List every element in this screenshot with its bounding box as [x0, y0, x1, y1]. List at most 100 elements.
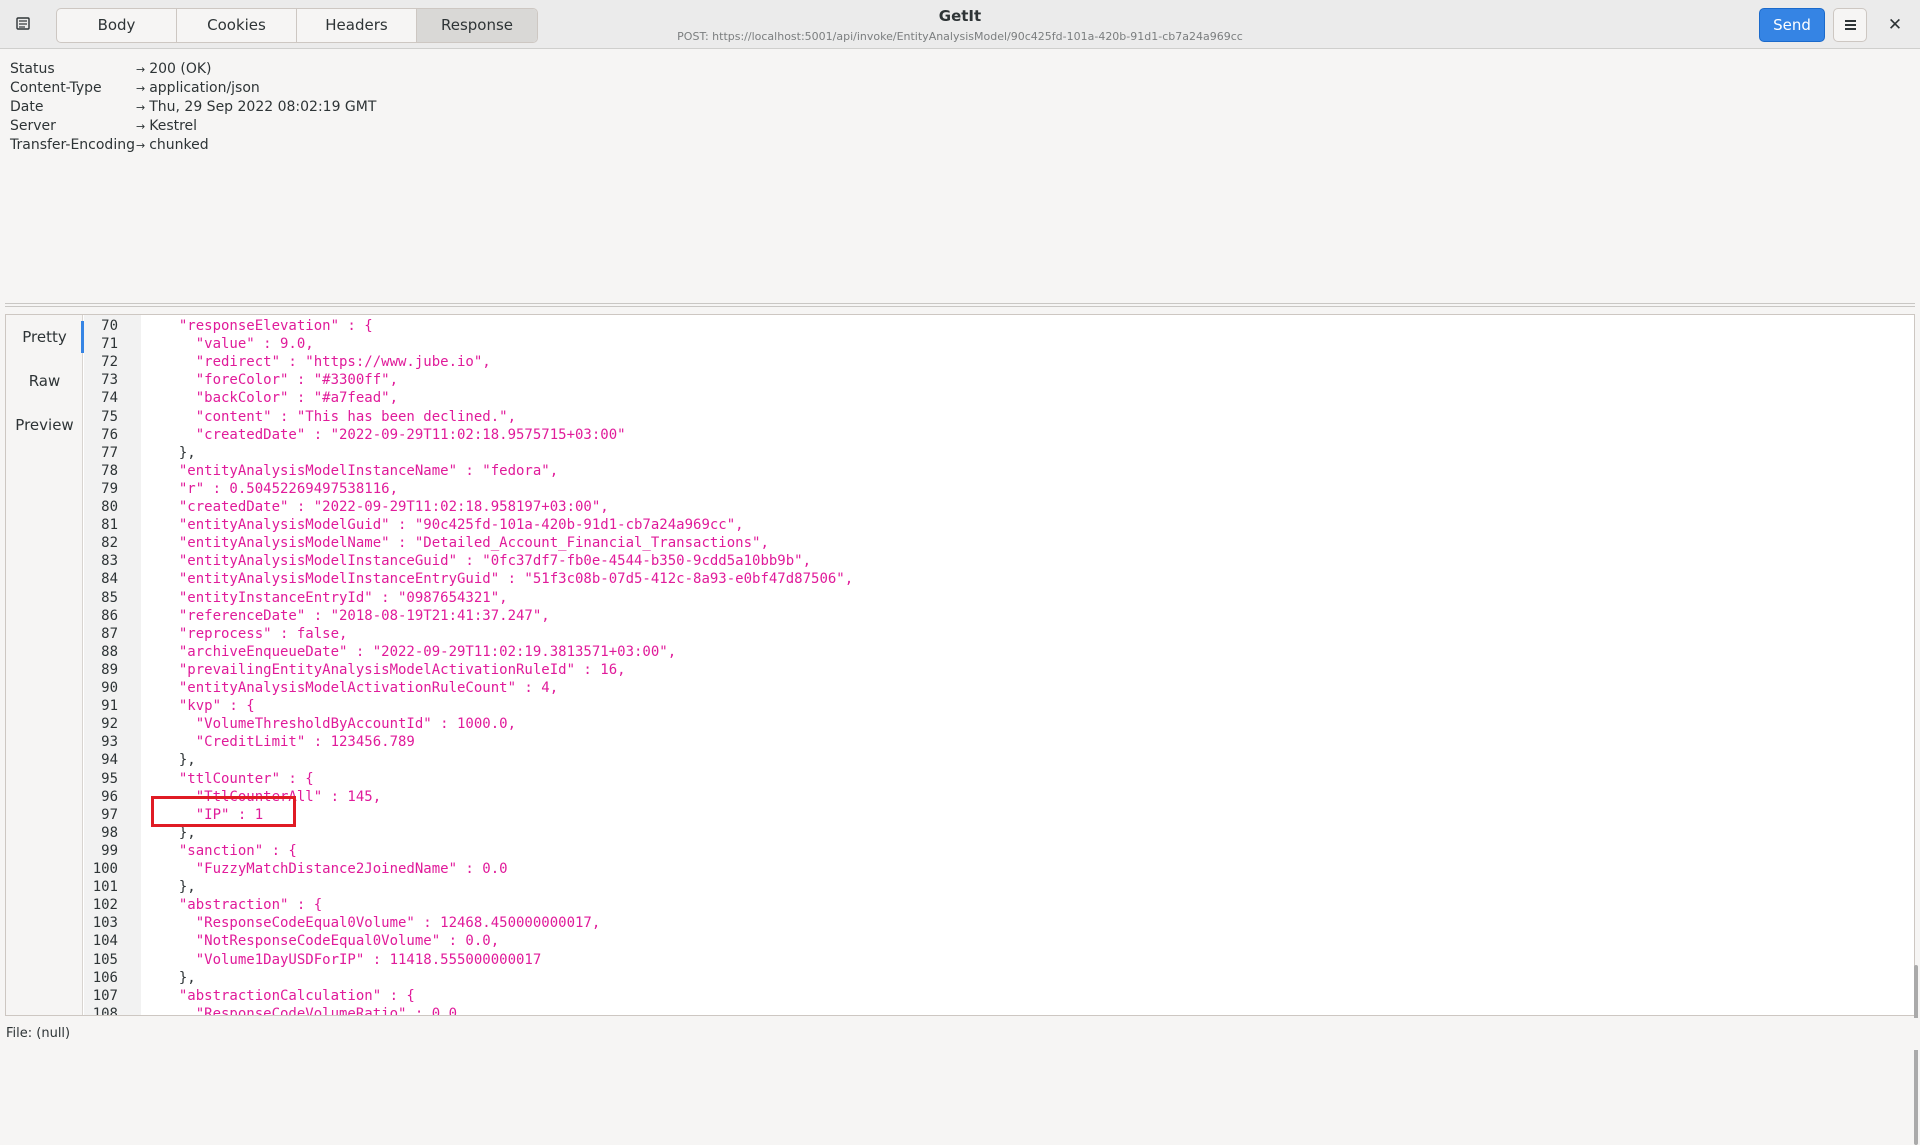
response-header-key: Content-Type	[10, 80, 102, 96]
code-line: 89 "prevailingEntityAnalysisModelActivat…	[84, 661, 625, 679]
code-text: "kvp" : {	[162, 698, 255, 715]
code-line: 84 "entityAnalysisModelInstanceEntryGuid…	[84, 570, 853, 588]
code-text: "ResponseCodeVolumeRatio" : 0.0	[162, 1005, 458, 1015]
line-number: 73	[101, 372, 118, 389]
pane-separator[interactable]	[5, 303, 1915, 307]
code-text: "referenceDate" : "2018-08-19T21:41:37.2…	[162, 607, 550, 624]
code-line: 108 "ResponseCodeVolumeRatio" : 0.0	[84, 1005, 457, 1015]
tab-response[interactable]: Response	[417, 9, 537, 42]
status-bar: File: (null)	[0, 1018, 1920, 1050]
code-line: 106 },	[84, 969, 196, 987]
code-line: 93 "CreditLimit" : 123456.789	[84, 733, 415, 751]
code-line: 88 "archiveEnqueueDate" : "2022-09-29T11…	[84, 643, 676, 661]
code-text: "entityAnalysisModelGuid" : "90c425fd-10…	[162, 517, 744, 534]
line-number: 72	[101, 354, 118, 371]
send-button[interactable]: Send	[1759, 8, 1825, 42]
tab-cookies[interactable]: Cookies	[177, 9, 297, 42]
code-text: "value" : 9.0,	[162, 336, 314, 353]
line-number: 103	[92, 915, 118, 932]
code-line: 72 "redirect" : "https://www.jube.io",	[84, 353, 491, 371]
code-text: },	[162, 969, 196, 986]
highlight-annotation-box	[151, 796, 296, 827]
response-header-row: Status → 200 (OK)	[10, 60, 376, 79]
code-line: 70 "responseElevation" : {	[84, 317, 373, 335]
line-number: 70	[101, 318, 118, 334]
code-line: 101 },	[84, 878, 196, 896]
code-line: 75 "content" : "This has been declined."…	[84, 408, 516, 426]
window-title: GetIt	[938, 7, 982, 25]
code-line: 103 "ResponseCodeEqual0Volume" : 12468.4…	[84, 914, 601, 932]
view-tabs: Pretty Raw Preview	[6, 315, 84, 1015]
line-number: 96	[101, 788, 118, 805]
line-number: 75	[101, 408, 118, 425]
tab-pretty[interactable]: Pretty	[6, 315, 84, 359]
code-text: "foreColor" : "#3300ff",	[162, 372, 399, 389]
code-line: 97 "IP" : 1	[84, 806, 263, 824]
line-number: 86	[101, 607, 118, 624]
tab-preview[interactable]: Preview	[6, 403, 83, 447]
hamburger-menu-icon[interactable]	[1833, 8, 1867, 42]
code-line: 82 "entityAnalysisModelName" : "Detailed…	[84, 534, 769, 552]
response-header-key: Status	[10, 61, 55, 77]
line-number: 87	[101, 625, 118, 642]
code-text: "backColor" : "#a7fead",	[162, 390, 399, 407]
vertical-scrollbar[interactable]	[1914, 965, 1918, 1145]
code-line: 73 "foreColor" : "#3300ff",	[84, 371, 398, 389]
tab-raw[interactable]: Raw	[6, 359, 83, 403]
code-text: "ttlCounter" : {	[162, 770, 314, 787]
response-header-row: Server → Kestrel	[10, 117, 376, 136]
code-line: 96 "TtlCounterAll" : 145,	[84, 788, 381, 806]
code-line: 95 "ttlCounter" : {	[84, 770, 314, 788]
line-number: 79	[101, 480, 118, 497]
code-text: "entityInstanceEntryId" : "0987654321",	[162, 589, 508, 606]
close-icon[interactable]: ✕	[1880, 10, 1910, 40]
code-text: "responseElevation" : {	[162, 318, 373, 334]
tab-body[interactable]: Body	[57, 9, 177, 42]
code-text: "createdDate" : "2022-09-29T11:02:18.958…	[162, 499, 609, 515]
line-number: 83	[101, 553, 118, 570]
tab-headers[interactable]: Headers	[297, 9, 417, 42]
line-number: 84	[101, 571, 118, 588]
response-header-row: Date → Thu, 29 Sep 2022 08:02:19 GMT	[10, 98, 376, 117]
code-line: 83 "entityAnalysisModelInstanceGuid" : "…	[84, 552, 811, 570]
line-number: 90	[101, 680, 118, 696]
line-number: 77	[101, 444, 118, 461]
code-text: "r" : 0.50452269497538116,	[162, 480, 399, 497]
response-header-key: Transfer-Encoding	[10, 137, 135, 153]
code-line: 85 "entityInstanceEntryId" : "0987654321…	[84, 589, 507, 607]
line-number: 81	[101, 517, 118, 534]
line-number: 89	[101, 661, 118, 678]
response-header-value-text: Thu, 29 Sep 2022 08:02:19 GMT	[149, 99, 377, 115]
arrow-right-icon: →	[136, 139, 146, 152]
code-line: 81 "entityAnalysisModelGuid" : "90c425fd…	[84, 516, 743, 534]
response-header-key: Server	[10, 118, 56, 134]
code-text: "entityAnalysisModelInstanceGuid" : "0fc…	[162, 553, 812, 570]
line-number: 105	[92, 951, 118, 968]
code-line: 77 },	[84, 444, 196, 462]
app-menu-icon[interactable]	[14, 15, 32, 33]
code-text: "entityAnalysisModelActivationRuleCount"…	[162, 680, 559, 696]
code-text: "Volume1DayUSDForIP" : 11418.55500000001…	[162, 951, 542, 968]
response-header-value-text: 200 (OK)	[149, 61, 212, 77]
arrow-right-icon: →	[136, 82, 146, 95]
line-number: 106	[92, 969, 118, 986]
line-number: 76	[101, 426, 118, 443]
request-tabs: Body Cookies Headers Response	[56, 8, 538, 43]
code-text: "ResponseCodeEqual0Volume" : 12468.45000…	[162, 915, 601, 932]
json-code-view[interactable]: 70 "responseElevation" : {71 "value" : 9…	[84, 315, 1914, 1015]
code-line: 71 "value" : 9.0,	[84, 335, 314, 353]
code-line: 92 "VolumeThresholdByAccountId" : 1000.0…	[84, 715, 516, 733]
response-header-row: Transfer-Encoding → chunked	[10, 136, 376, 155]
line-number: 100	[92, 861, 118, 877]
line-number: 108	[92, 1005, 118, 1015]
code-text: },	[162, 879, 196, 896]
code-text: "abstractionCalculation" : {	[162, 987, 415, 1004]
response-header-key: Date	[10, 99, 44, 115]
code-text: "sanction" : {	[162, 842, 297, 859]
line-number: 94	[101, 752, 118, 769]
line-number: 80	[101, 499, 118, 515]
code-text: "archiveEnqueueDate" : "2022-09-29T11:02…	[162, 643, 677, 660]
code-text: "entityAnalysisModelInstanceEntryGuid" :…	[162, 571, 854, 588]
header-bar: Body Cookies Headers Response GetIt POST…	[0, 0, 1920, 49]
code-line: 104 "NotResponseCodeEqual0Volume" : 0.0,	[84, 932, 499, 950]
